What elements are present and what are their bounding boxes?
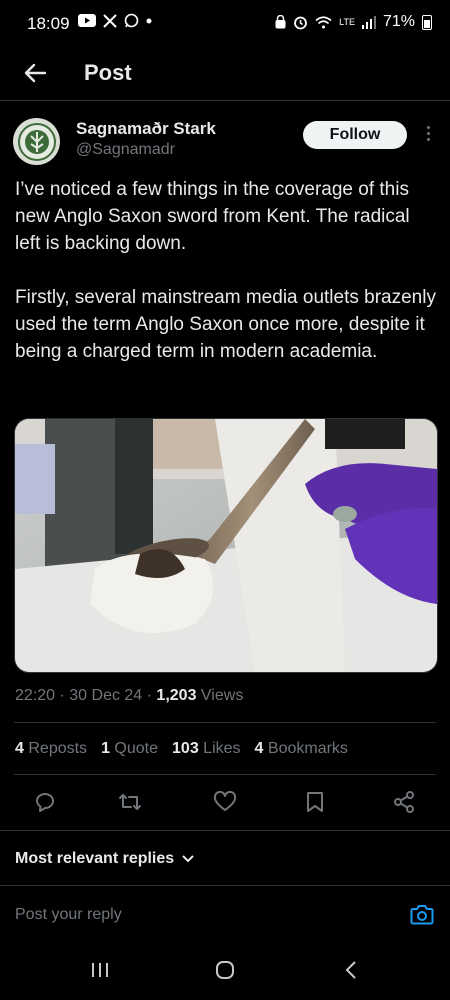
whatsapp-icon xyxy=(124,13,139,28)
reposts-stat[interactable]: 4 Reposts xyxy=(15,740,87,758)
action-bar xyxy=(0,783,450,823)
post-time: 22:20 xyxy=(15,687,56,704)
more-dot-icon xyxy=(426,138,430,141)
network-type: LTE xyxy=(339,17,355,27)
views-label: Views xyxy=(200,687,244,704)
back-button[interactable] xyxy=(18,56,52,90)
post-meta: 22:20 · 30 Dec 24 · 1,203 Views xyxy=(15,687,244,704)
likes-stat[interactable]: 103 Likes xyxy=(172,740,241,758)
heart-icon xyxy=(213,790,237,811)
battery-percent: 71% xyxy=(382,13,415,30)
battery-icon xyxy=(422,14,432,30)
status-bar: 18:09 LTE 71% xyxy=(0,0,450,50)
post-date: 30 Dec 24 xyxy=(69,687,143,704)
repost-button[interactable] xyxy=(117,789,143,815)
more-options-button[interactable] xyxy=(423,126,433,146)
signal-icon xyxy=(361,15,376,29)
bookmark-icon xyxy=(307,792,323,812)
author-handle[interactable]: @Sagnamadr xyxy=(76,141,175,159)
bookmarks-label: Bookmarks xyxy=(267,740,348,757)
emblem-icon xyxy=(17,122,56,161)
system-icons: LTE 71% xyxy=(275,13,432,31)
share-button[interactable] xyxy=(391,789,417,815)
likes-label: Likes xyxy=(203,740,241,757)
author-name[interactable]: Sagnamaðr Stark xyxy=(76,119,216,139)
home-icon xyxy=(216,961,234,979)
lock-icon xyxy=(275,15,286,29)
follow-button[interactable]: Follow xyxy=(303,121,407,149)
notification-icons xyxy=(78,13,152,28)
repost-icon xyxy=(119,794,141,810)
arrow-left-icon xyxy=(24,63,46,83)
system-back-button[interactable] xyxy=(339,958,363,982)
like-button[interactable] xyxy=(212,789,238,815)
post-stats: 4 Reposts 1 Quote 103 Likes 4 Bookmarks xyxy=(15,740,348,758)
replies-sort-label: Most relevant replies xyxy=(15,850,175,867)
reply-composer xyxy=(0,885,450,941)
wifi-icon xyxy=(315,15,332,28)
avatar[interactable] xyxy=(13,118,60,165)
share-icon xyxy=(394,791,414,813)
replies-sort-button[interactable]: Most relevant replies xyxy=(15,850,194,868)
system-nav-bar xyxy=(0,940,450,1000)
divider xyxy=(14,774,436,775)
sword-photo xyxy=(15,419,437,672)
quote-count: 1 xyxy=(101,740,110,757)
dot-icon xyxy=(146,18,152,23)
quote-stat[interactable]: 1 Quote xyxy=(101,740,158,758)
page-title: Post xyxy=(84,60,132,85)
more-dot-icon xyxy=(426,126,430,129)
post-paragraph: I’ve noticed a few things in the coverag… xyxy=(15,179,410,254)
top-bar: Post xyxy=(0,50,450,101)
post-author: Sagnamaðr Stark @Sagnamadr Follow xyxy=(0,103,450,178)
reposts-count: 4 xyxy=(15,740,24,757)
recent-apps-icon xyxy=(92,963,108,977)
home-button[interactable] xyxy=(213,958,237,982)
bookmark-button[interactable] xyxy=(302,789,328,815)
status-time: 18:09 xyxy=(27,14,70,33)
bookmarks-stat[interactable]: 4 Bookmarks xyxy=(255,740,348,758)
camera-button[interactable] xyxy=(410,903,434,925)
post-image[interactable] xyxy=(14,418,438,673)
camera-icon xyxy=(410,905,434,925)
chevron-left-icon xyxy=(345,961,356,979)
more-dot-icon xyxy=(426,132,430,135)
post-paragraph: Firstly, several mainstream media outlet… xyxy=(15,287,436,362)
post-text: I’ve noticed a few things in the coverag… xyxy=(15,176,440,392)
likes-count: 103 xyxy=(172,740,199,757)
reply-icon xyxy=(36,793,54,812)
reposts-label: Reposts xyxy=(28,740,88,757)
divider xyxy=(0,830,450,831)
reply-input[interactable] xyxy=(15,906,375,924)
reply-button[interactable] xyxy=(32,789,58,815)
bookmarks-count: 4 xyxy=(254,740,264,757)
x-logo-icon xyxy=(103,13,117,28)
alarm-icon xyxy=(294,16,308,29)
chevron-down-icon xyxy=(182,855,194,863)
divider xyxy=(14,722,436,723)
youtube-icon xyxy=(78,14,96,27)
recent-apps-button[interactable] xyxy=(88,958,112,982)
quote-label: Quote xyxy=(114,740,159,757)
views-count: 1,203 xyxy=(156,687,197,704)
